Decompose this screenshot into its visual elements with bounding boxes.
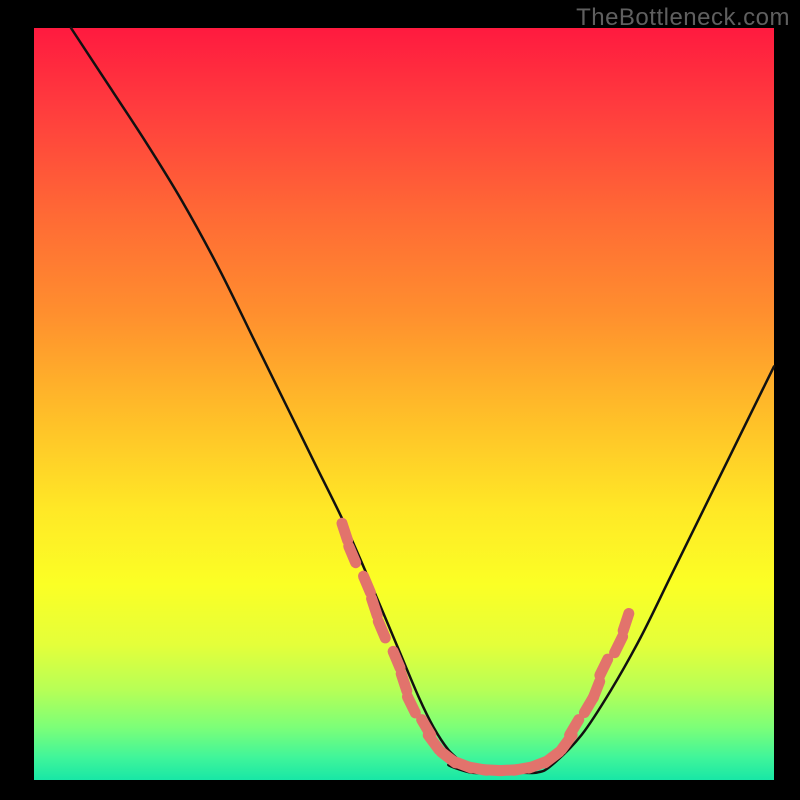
marker-dash xyxy=(372,598,378,615)
marker-dash xyxy=(615,637,623,653)
marker-dash xyxy=(623,614,629,631)
watermark-text: TheBottleneck.com xyxy=(576,4,790,32)
marker-dash xyxy=(378,621,385,638)
marker-dash xyxy=(600,659,608,675)
marker-dash xyxy=(401,674,407,691)
marker-dash xyxy=(393,651,400,668)
marker-dash xyxy=(593,681,600,698)
chart-svg xyxy=(34,28,774,780)
chart-frame: TheBottleneck.com xyxy=(0,0,800,800)
plot-area xyxy=(34,28,774,780)
marker-dash xyxy=(428,735,439,749)
marker-dash xyxy=(364,576,371,593)
bottleneck-curve xyxy=(71,28,774,773)
curve-markers xyxy=(342,523,629,770)
marker-dash xyxy=(407,697,415,713)
marker-dash xyxy=(342,523,348,540)
marker-dash xyxy=(349,546,356,563)
marker-dash xyxy=(570,720,579,736)
